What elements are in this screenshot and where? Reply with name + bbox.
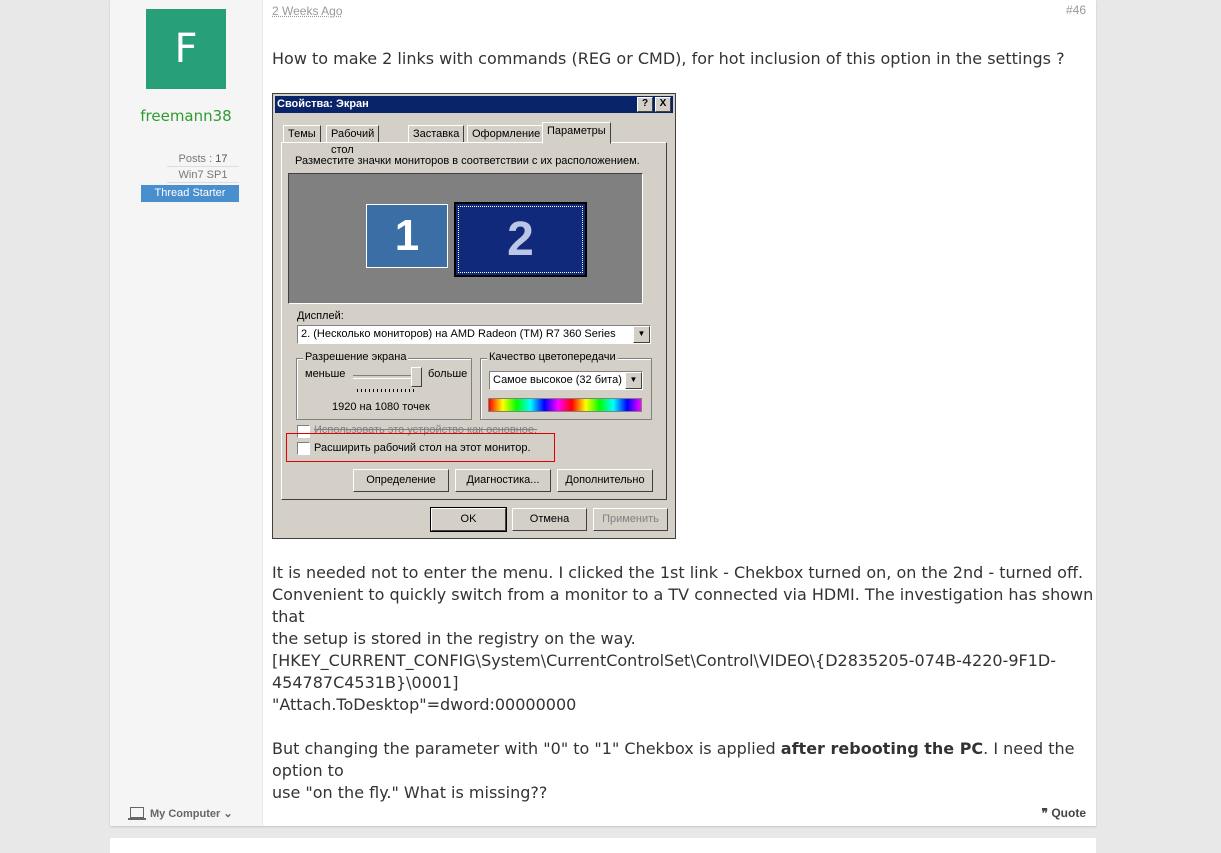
resolution-slider-track	[353, 375, 419, 379]
more-label: больше	[428, 368, 468, 380]
less-label: меньше	[305, 368, 346, 380]
post-number-link[interactable]: #46	[1066, 3, 1086, 17]
username-link[interactable]: freemann38	[110, 107, 262, 125]
registry-line3: "Attach.ToDesktop"=dword:00000000	[272, 695, 577, 714]
dialog-titlebar: Свойства: Экран	[275, 96, 673, 113]
para3-line2: use "on the fly." What is missing??	[272, 783, 548, 802]
para1-line1: It is needed not to enter the menu. I cl…	[272, 563, 1084, 582]
computer-icon	[128, 807, 146, 820]
para3-pre: But changing the parameter with "0" to "…	[272, 739, 781, 758]
advanced-button: Дополнительно	[557, 469, 653, 492]
resolution-group-title: Разрешение экрана	[303, 351, 409, 363]
ad-strip	[110, 838, 1096, 853]
display-label: Дисплей:	[297, 310, 344, 322]
registry-line2: 454787C4531B}\0001]	[272, 673, 459, 692]
display-value: 2. (Несколько мониторов) на AMD Radeon (…	[301, 328, 616, 340]
posts-label: Posts :	[178, 153, 213, 165]
posts-count: 17	[215, 153, 228, 165]
post-paragraph-1: It is needed not to enter the menu. I cl…	[272, 562, 1096, 650]
para1-line2: Convenient to quickly switch from a moni…	[272, 585, 1094, 626]
color-value: Самое высокое (32 бита)	[493, 374, 622, 386]
quote-button[interactable]: ❞ Quote	[1042, 806, 1086, 820]
color-select: Самое высокое (32 бита) ▼	[489, 371, 643, 390]
dialog-title: Свойства: Экран	[277, 98, 369, 110]
thread-starter-badge: Thread Starter	[141, 185, 239, 202]
quote-label: Quote	[1051, 806, 1086, 820]
highlight-box	[286, 433, 555, 462]
dropdown-arrow-icon: ▼	[625, 372, 642, 389]
quote-icon: ❞	[1041, 806, 1048, 820]
post-paragraph-3: But changing the parameter with "0" to "…	[272, 738, 1096, 804]
color-spectrum-bar	[488, 398, 642, 412]
tab-appearance: Оформление	[467, 125, 546, 143]
my-computer-label: My Computer	[150, 808, 221, 820]
help-icon: ?	[637, 97, 653, 112]
post-question: How to make 2 links with commands (REG o…	[272, 49, 1065, 68]
monitor-1: 1	[366, 204, 448, 268]
display-select: 2. (Несколько мониторов) на AMD Radeon (…	[297, 325, 651, 344]
arrange-instruction: Разместите значки мониторов в соответств…	[295, 155, 640, 167]
display-properties-dialog-image[interactable]: Свойства: Экран ? X Темы Рабочий стол За…	[272, 93, 676, 539]
registry-line1: [HKEY_CURRENT_CONFIG\System\CurrentContr…	[272, 651, 1056, 670]
avatar[interactable]: F	[146, 9, 226, 89]
tab-settings: Параметры	[542, 122, 611, 144]
para3-line1: But changing the parameter with "0" to "…	[272, 738, 1096, 782]
tab-themes: Темы	[283, 125, 321, 143]
resolution-slider-thumb	[411, 367, 422, 387]
my-computer-toggle[interactable]: My Computer ⌄	[128, 807, 233, 820]
para1-line3: the setup is stored in the registry on t…	[272, 629, 636, 648]
diagnostics-button: Диагностика...	[455, 469, 551, 492]
dropdown-arrow-icon: ▼	[633, 326, 650, 343]
post-registry: [HKEY_CURRENT_CONFIG\System\CurrentContr…	[272, 650, 1056, 716]
apply-button: Применить	[593, 508, 668, 531]
tab-desktop: Рабочий стол	[326, 125, 380, 156]
para3-bold: after rebooting the PC	[780, 739, 984, 758]
monitor-2: 2	[454, 202, 587, 277]
slider-ticks	[357, 389, 417, 392]
user-posts: Posts : 17	[167, 153, 239, 167]
post-date[interactable]: 2 Weeks Ago	[272, 4, 343, 18]
cancel-button: Отмена	[512, 508, 587, 531]
close-icon: X	[655, 97, 671, 112]
user-panel: F freemann38 Posts : 17 Win7 SP1 Thread …	[110, 0, 263, 826]
user-os: Win7 SP1	[167, 169, 239, 183]
tab-screensaver: Заставка	[408, 125, 465, 143]
resolution-value: 1920 на 1080 точек	[332, 401, 430, 413]
color-group-title: Качество цветопередачи	[487, 351, 618, 363]
chevron-down-icon: ⌄	[223, 808, 233, 820]
identify-button: Определение	[353, 469, 449, 492]
ok-button: OK	[430, 507, 507, 532]
